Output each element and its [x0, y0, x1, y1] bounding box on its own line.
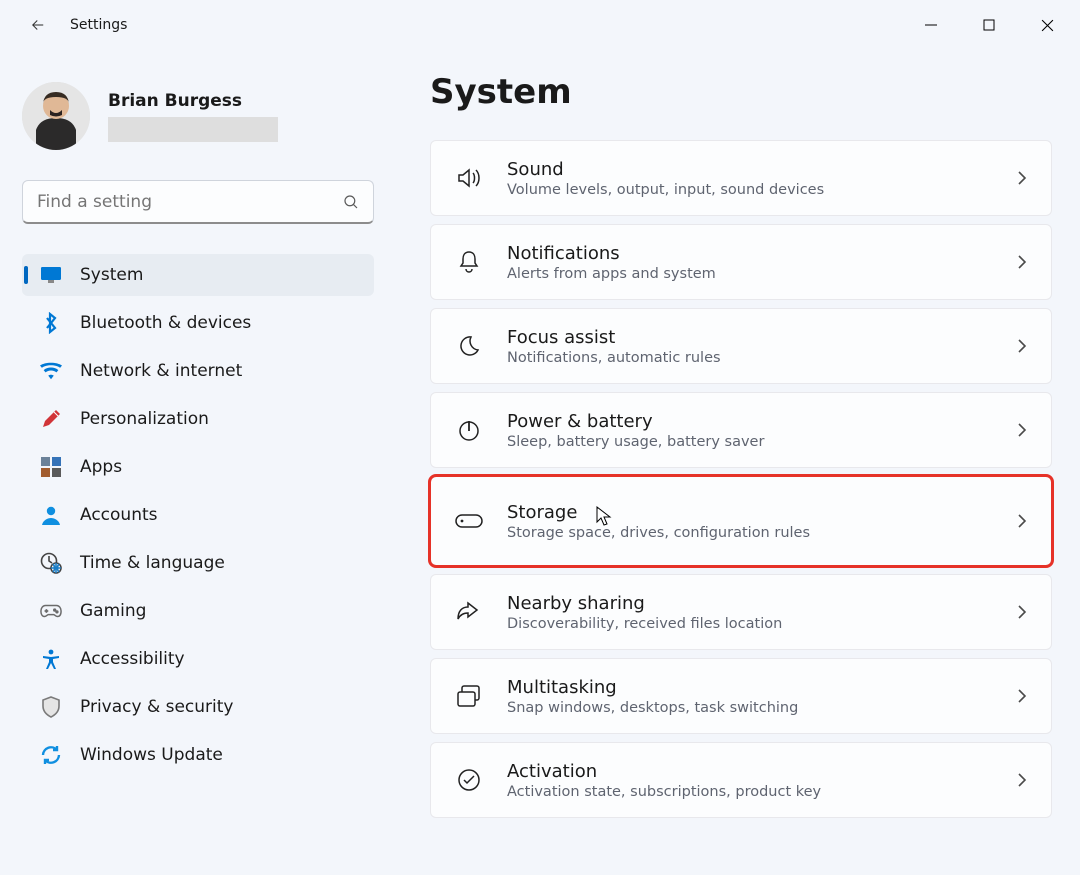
sidebar-item-label: Time & language	[80, 553, 225, 573]
chevron-right-icon	[1017, 772, 1027, 788]
profile[interactable]: Brian Burgess	[22, 82, 400, 150]
update-icon	[40, 744, 62, 766]
chevron-right-icon	[1017, 254, 1027, 270]
minimize-icon	[925, 19, 937, 31]
card-desc: Volume levels, output, input, sound devi…	[507, 182, 824, 198]
card-desc: Storage space, drives, configuration rul…	[507, 525, 810, 541]
sidebar-item-accounts[interactable]: Accounts	[22, 494, 374, 536]
close-icon	[1041, 19, 1054, 32]
back-arrow-icon	[29, 16, 47, 34]
sidebar-item-label: Gaming	[80, 601, 146, 621]
window-title: Settings	[70, 17, 127, 33]
sidebar: Brian Burgess System Bluetooth & devices N…	[0, 70, 400, 776]
card-title: Activation	[507, 761, 821, 782]
settings-card-nearby-sharing[interactable]: Nearby sharing Discoverability, received …	[430, 574, 1052, 650]
minimize-button[interactable]	[902, 5, 960, 45]
profile-name: Brian Burgess	[108, 91, 278, 111]
card-title: Power & battery	[507, 411, 764, 432]
sidebar-item-label: System	[80, 265, 143, 285]
monitor-icon	[40, 264, 62, 286]
storage-icon	[455, 507, 483, 535]
sidebar-item-windows-update[interactable]: Windows Update	[22, 734, 374, 776]
chevron-right-icon	[1017, 338, 1027, 354]
close-button[interactable]	[1018, 5, 1076, 45]
bluetooth-icon	[40, 312, 62, 334]
chevron-right-icon	[1017, 688, 1027, 704]
sidebar-item-apps[interactable]: Apps	[22, 446, 374, 488]
maximize-button[interactable]	[960, 5, 1018, 45]
page-title: System	[430, 72, 1052, 112]
card-desc: Notifications, automatic rules	[507, 350, 721, 366]
gamepad-icon	[40, 600, 62, 622]
card-desc: Discoverability, received files location	[507, 616, 782, 632]
sidebar-item-label: Privacy & security	[80, 697, 234, 717]
sidebar-item-system[interactable]: System	[22, 254, 374, 296]
search-input[interactable]	[22, 180, 374, 224]
settings-card-notifications[interactable]: Notifications Alerts from apps and system	[430, 224, 1052, 300]
sidebar-item-label: Bluetooth & devices	[80, 313, 251, 333]
sidebar-item-label: Network & internet	[80, 361, 242, 381]
sidebar-item-network-internet[interactable]: Network & internet	[22, 350, 374, 392]
accessibility-icon	[40, 648, 62, 670]
shield-icon	[40, 696, 62, 718]
titlebar: Settings	[0, 0, 1080, 50]
power-icon	[455, 416, 483, 444]
settings-cards: Sound Volume levels, output, input, sound…	[430, 140, 1052, 818]
clock-globe-icon	[40, 552, 62, 574]
sidebar-item-time-language[interactable]: Time & language	[22, 542, 374, 584]
settings-card-sound[interactable]: Sound Volume levels, output, input, sound…	[430, 140, 1052, 216]
chevron-right-icon	[1017, 513, 1027, 529]
settings-card-storage[interactable]: Storage Storage space, drives, configurat…	[430, 476, 1052, 566]
person-icon	[40, 504, 62, 526]
nav-list: System Bluetooth & devices Network & inter…	[22, 254, 374, 776]
moon-icon	[455, 332, 483, 360]
bell-icon	[455, 248, 483, 276]
sound-icon	[455, 164, 483, 192]
sidebar-item-label: Apps	[80, 457, 122, 477]
avatar	[22, 82, 90, 150]
window-controls	[902, 5, 1080, 45]
sidebar-item-personalization[interactable]: Personalization	[22, 398, 374, 440]
settings-card-multitasking[interactable]: Multitasking Snap windows, desktops, task…	[430, 658, 1052, 734]
card-desc: Activation state, subscriptions, product…	[507, 784, 821, 800]
sidebar-item-label: Accessibility	[80, 649, 185, 669]
back-button[interactable]	[18, 5, 58, 45]
card-desc: Alerts from apps and system	[507, 266, 716, 282]
chevron-right-icon	[1017, 170, 1027, 186]
check-circle-icon	[455, 766, 483, 794]
card-title: Multitasking	[507, 677, 798, 698]
main-pane: System Sound Volume levels, output, input…	[430, 72, 1052, 818]
card-title: Focus assist	[507, 327, 721, 348]
chevron-right-icon	[1017, 422, 1027, 438]
card-title: Notifications	[507, 243, 716, 264]
card-desc: Snap windows, desktops, task switching	[507, 700, 798, 716]
card-title: Storage	[507, 502, 810, 523]
sidebar-item-gaming[interactable]: Gaming	[22, 590, 374, 632]
maximize-icon	[983, 19, 995, 31]
sidebar-item-privacy-security[interactable]: Privacy & security	[22, 686, 374, 728]
settings-card-focus-assist[interactable]: Focus assist Notifications, automatic rul…	[430, 308, 1052, 384]
sidebar-item-label: Windows Update	[80, 745, 223, 765]
card-title: Nearby sharing	[507, 593, 782, 614]
chevron-right-icon	[1017, 604, 1027, 620]
sidebar-item-accessibility[interactable]: Accessibility	[22, 638, 374, 680]
sidebar-item-label: Accounts	[80, 505, 158, 525]
sidebar-item-bluetooth-devices[interactable]: Bluetooth & devices	[22, 302, 374, 344]
card-title: Sound	[507, 159, 824, 180]
search-wrap	[22, 180, 374, 224]
settings-card-power-battery[interactable]: Power & battery Sleep, battery usage, bat…	[430, 392, 1052, 468]
multitask-icon	[455, 682, 483, 710]
settings-card-activation[interactable]: Activation Activation state, subscription…	[430, 742, 1052, 818]
share-icon	[455, 598, 483, 626]
apps-icon	[40, 456, 62, 478]
card-desc: Sleep, battery usage, battery saver	[507, 434, 764, 450]
profile-email-redacted	[108, 117, 278, 142]
search-icon	[342, 193, 360, 211]
sidebar-item-label: Personalization	[80, 409, 209, 429]
wifi-icon	[40, 360, 62, 382]
pencil-icon	[40, 408, 62, 430]
